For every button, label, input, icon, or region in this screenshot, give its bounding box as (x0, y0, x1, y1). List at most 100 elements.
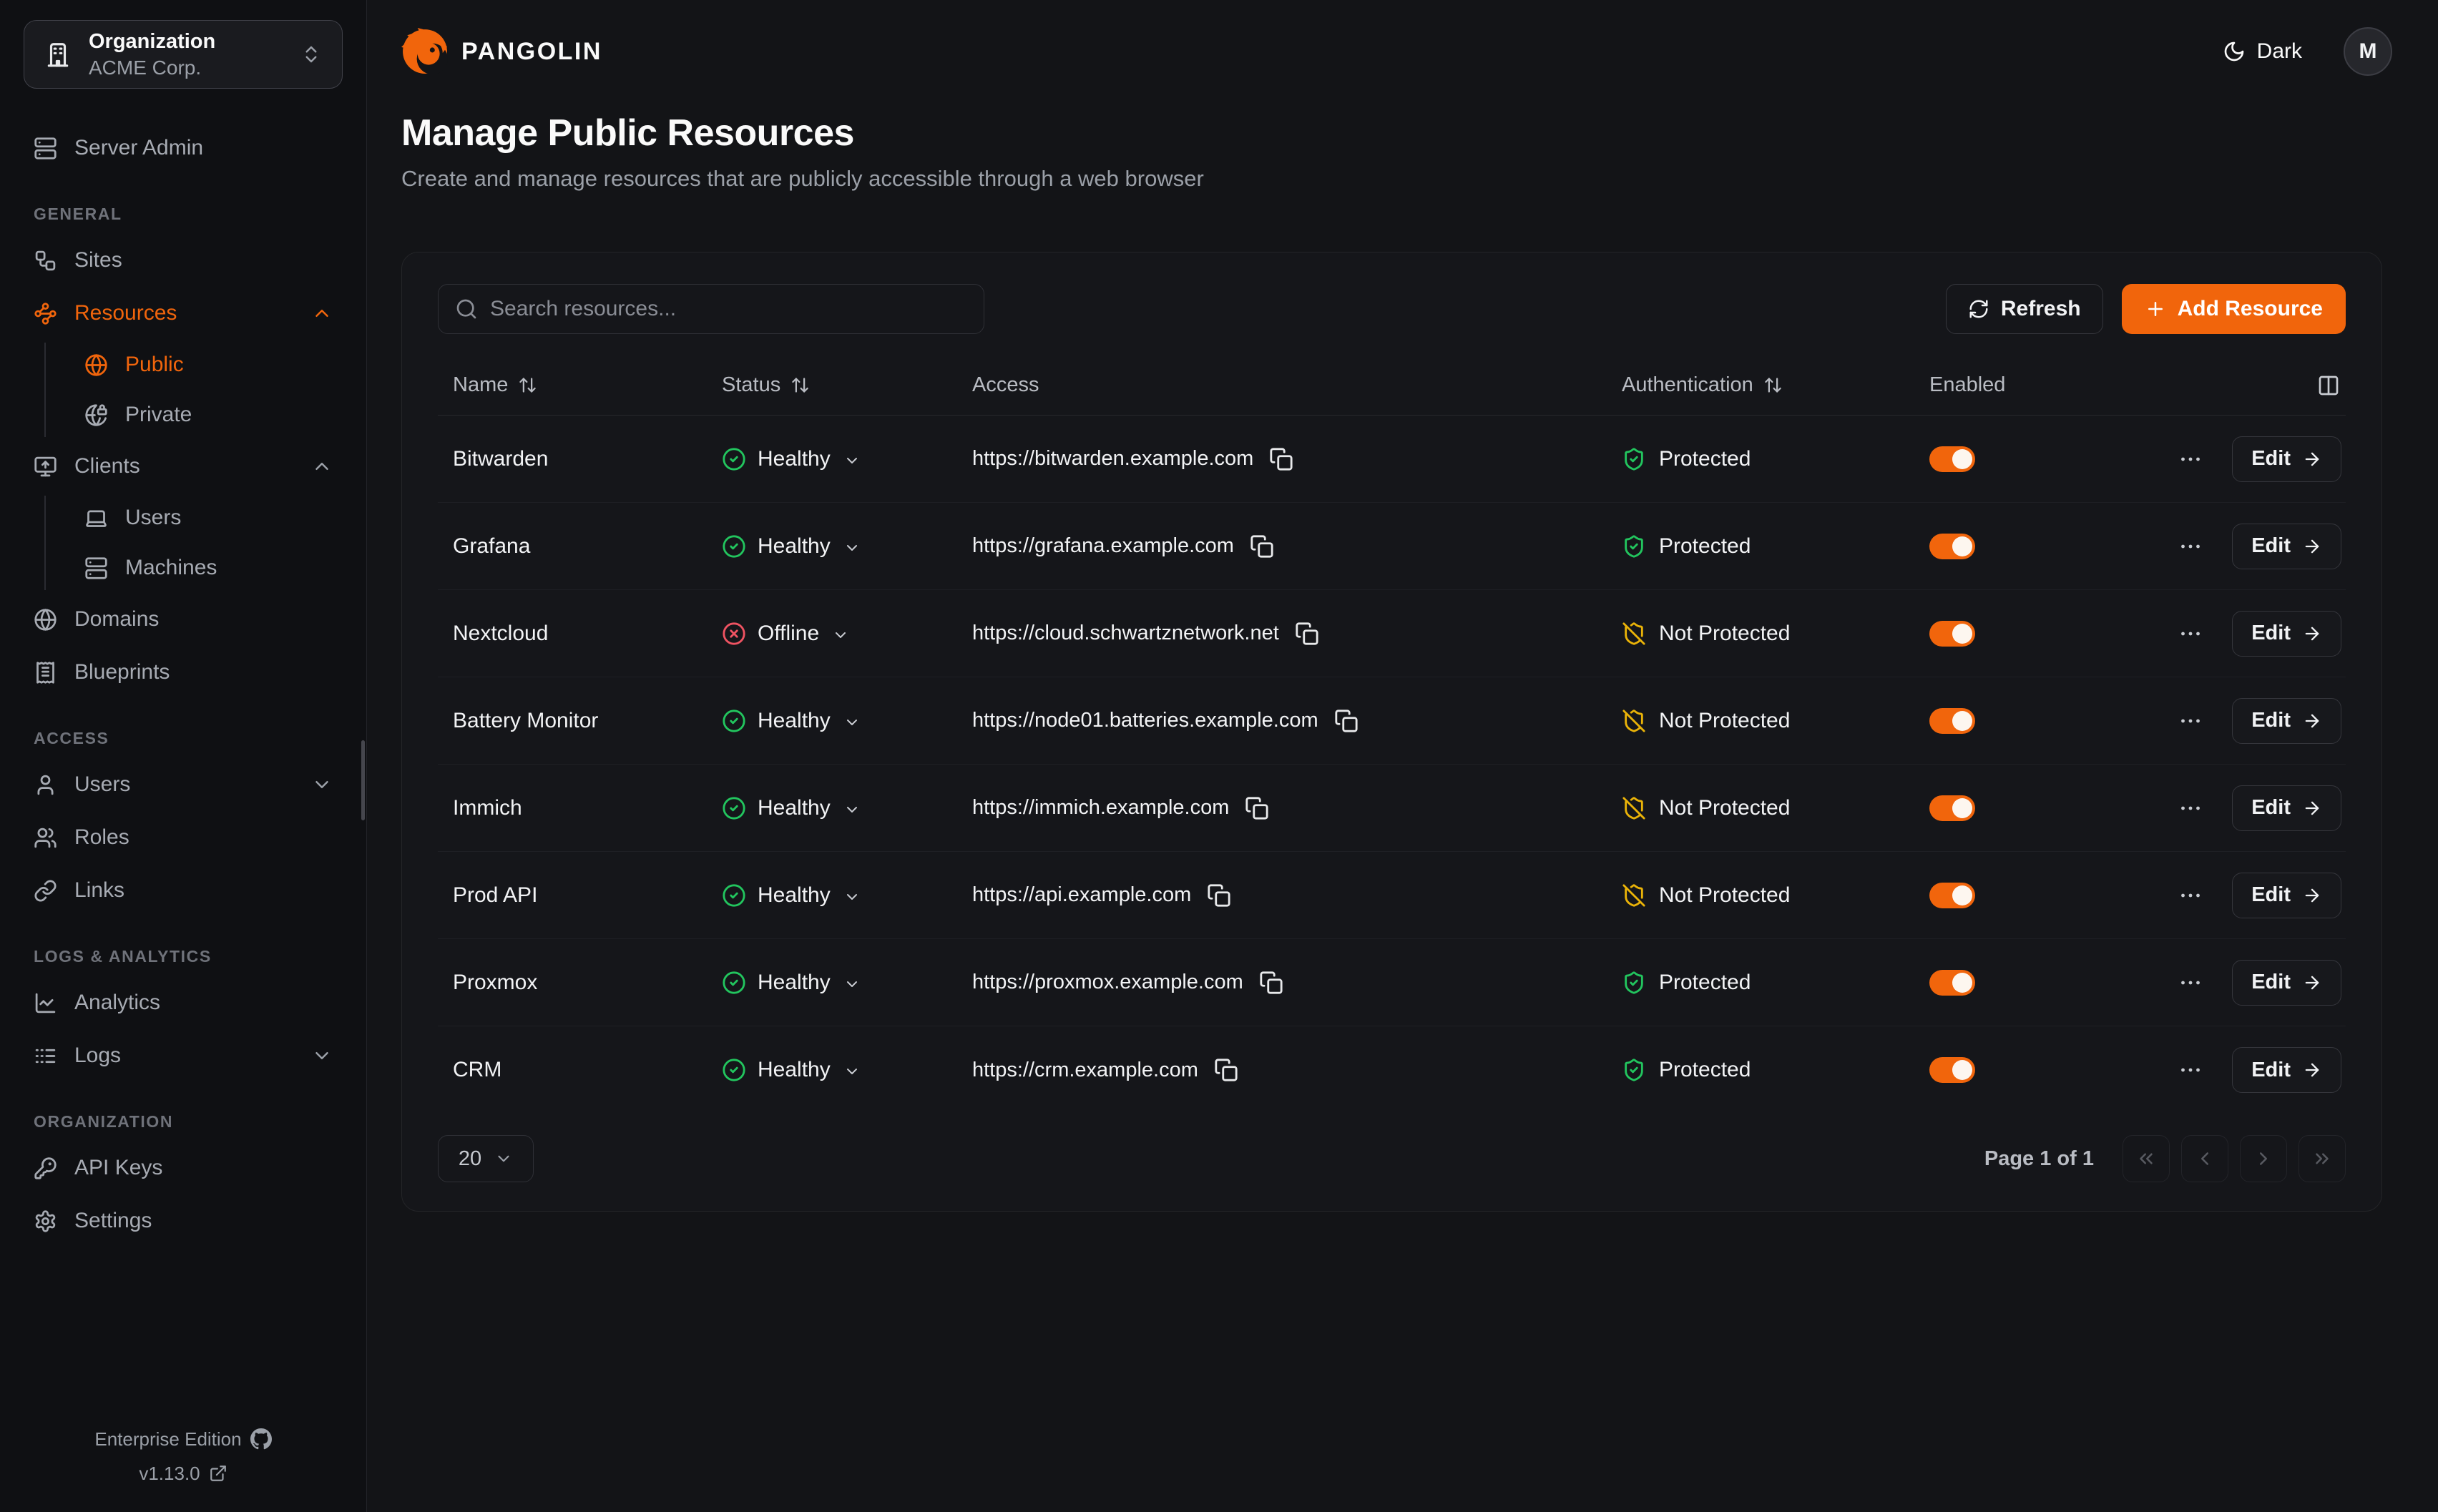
row-menu-button[interactable] (2178, 621, 2203, 647)
sidebar-item-resources[interactable]: Resources (24, 290, 343, 337)
edit-button[interactable]: Edit (2232, 611, 2341, 657)
arrow-right-icon (2302, 624, 2322, 644)
refresh-button[interactable]: Refresh (1946, 284, 2103, 334)
copy-url-button[interactable] (1214, 1058, 1238, 1082)
sidebar-item-domains[interactable]: Domains (24, 596, 343, 643)
next-page-button[interactable] (2240, 1135, 2287, 1182)
enabled-toggle[interactable] (1929, 534, 1975, 559)
add-resource-button[interactable]: Add Resource (2122, 284, 2346, 334)
sidebar-item-settings[interactable]: Settings (24, 1197, 343, 1245)
sidebar-section-label: ORGANIZATION (24, 1112, 343, 1131)
status-badge[interactable]: Healthy (722, 447, 861, 471)
resource-url[interactable]: https://crm.example.com (972, 1059, 1198, 1082)
column-header-status[interactable]: Status (707, 373, 957, 397)
enabled-toggle[interactable] (1929, 446, 1975, 472)
status-badge[interactable]: Healthy (722, 971, 861, 995)
row-menu-button[interactable] (2178, 1057, 2203, 1083)
sidebar-section-label: ACCESS (24, 729, 343, 748)
status-icon (722, 971, 746, 995)
brand-name: PANGOLIN (461, 38, 602, 66)
auth-shield-icon (1622, 534, 1646, 559)
sidebar-item-blueprints[interactable]: Blueprints (24, 649, 343, 696)
sidebar-item-users[interactable]: Users (74, 496, 343, 540)
enabled-toggle[interactable] (1929, 795, 1975, 821)
enabled-toggle[interactable] (1929, 970, 1975, 996)
copy-url-button[interactable] (1334, 709, 1358, 733)
enabled-toggle[interactable] (1929, 883, 1975, 908)
edit-button[interactable]: Edit (2232, 960, 2341, 1006)
sidebar-item-users[interactable]: Users (24, 761, 343, 808)
status-badge[interactable]: Healthy (722, 1058, 861, 1082)
sidebar-item-logs[interactable]: Logs (24, 1032, 343, 1079)
sidebar-section-label: LOGS & ANALYTICS (24, 947, 343, 966)
row-menu-button[interactable] (2178, 708, 2203, 734)
sidebar-item-links[interactable]: Links (24, 867, 343, 914)
last-page-button[interactable] (2299, 1135, 2346, 1182)
sidebar-scrollbar[interactable] (361, 740, 365, 820)
sort-icon (518, 375, 537, 395)
sidebar-item-analytics[interactable]: Analytics (24, 979, 343, 1026)
org-switcher[interactable]: Organization ACME Corp. (24, 20, 343, 89)
table-row: CRM Healthy https://crm.example.com Prot… (438, 1026, 2346, 1114)
prev-page-button[interactable] (2181, 1135, 2228, 1182)
status-badge[interactable]: Healthy (722, 709, 861, 733)
status-label: Healthy (758, 971, 831, 995)
columns-icon[interactable] (2317, 374, 2340, 397)
copy-url-button[interactable] (1250, 534, 1274, 559)
edit-button[interactable]: Edit (2232, 436, 2341, 482)
resource-url[interactable]: https://api.example.com (972, 883, 1191, 907)
page-size-select[interactable]: 20 (438, 1135, 534, 1182)
search-input[interactable] (438, 284, 984, 334)
edit-button[interactable]: Edit (2232, 873, 2341, 918)
row-menu-button[interactable] (2178, 970, 2203, 996)
avatar[interactable]: M (2344, 27, 2392, 76)
edit-button[interactable]: Edit (2232, 698, 2341, 744)
sidebar-item-clients[interactable]: Clients (24, 443, 343, 490)
row-menu-button[interactable] (2178, 883, 2203, 908)
status-badge[interactable]: Healthy (722, 796, 861, 820)
column-header-authentication[interactable]: Authentication (1607, 373, 1914, 397)
edit-button[interactable]: Edit (2232, 524, 2341, 569)
status-badge[interactable]: Healthy (722, 534, 861, 559)
theme-toggle[interactable]: Dark (2223, 39, 2302, 64)
sidebar-item-private[interactable]: Private (74, 393, 343, 437)
enabled-toggle[interactable] (1929, 1057, 1975, 1083)
version-row[interactable]: v1.13.0 (0, 1456, 366, 1491)
resource-url[interactable]: https://bitwarden.example.com (972, 447, 1253, 471)
settings-icon (34, 1209, 57, 1233)
brand[interactable]: PANGOLIN (401, 28, 602, 75)
resource-url[interactable]: https://immich.example.com (972, 796, 1229, 820)
sidebar-item-server-admin[interactable]: Server Admin (24, 124, 343, 172)
copy-url-button[interactable] (1245, 796, 1269, 820)
row-menu-button[interactable] (2178, 795, 2203, 821)
edition-row[interactable]: Enterprise Edition (0, 1422, 366, 1456)
copy-url-button[interactable] (1295, 622, 1319, 646)
org-building-icon (44, 41, 72, 68)
copy-url-button[interactable] (1269, 447, 1293, 471)
sidebar-item-public[interactable]: Public (74, 343, 343, 387)
sidebar-item-machines[interactable]: Machines (74, 546, 343, 590)
server-admin-icon (34, 137, 57, 160)
status-badge[interactable]: Healthy (722, 883, 861, 908)
edit-button[interactable]: Edit (2232, 1047, 2341, 1093)
resource-url[interactable]: https://proxmox.example.com (972, 971, 1243, 994)
row-menu-button[interactable] (2178, 446, 2203, 472)
resource-url[interactable]: https://cloud.schwartznetwork.net (972, 622, 1279, 645)
resource-url[interactable]: https://grafana.example.com (972, 534, 1234, 558)
sidebar-item-api-keys[interactable]: API Keys (24, 1144, 343, 1192)
sidebar-item-label: API Keys (74, 1156, 333, 1180)
enabled-toggle[interactable] (1929, 708, 1975, 734)
row-menu-button[interactable] (2178, 534, 2203, 559)
sidebar-item-roles[interactable]: Roles (24, 814, 343, 861)
resource-url[interactable]: https://node01.batteries.example.com (972, 709, 1318, 732)
sidebar-item-sites[interactable]: Sites (24, 237, 343, 284)
edit-button[interactable]: Edit (2232, 785, 2341, 831)
copy-url-button[interactable] (1207, 883, 1231, 908)
column-header-name[interactable]: Name (438, 373, 707, 397)
status-badge[interactable]: Offline (722, 622, 849, 646)
sidebar-footer: Enterprise Edition v1.13.0 (0, 1422, 366, 1491)
enabled-toggle[interactable] (1929, 621, 1975, 647)
resource-name: Battery Monitor (438, 709, 707, 733)
copy-url-button[interactable] (1259, 971, 1283, 995)
first-page-button[interactable] (2123, 1135, 2170, 1182)
